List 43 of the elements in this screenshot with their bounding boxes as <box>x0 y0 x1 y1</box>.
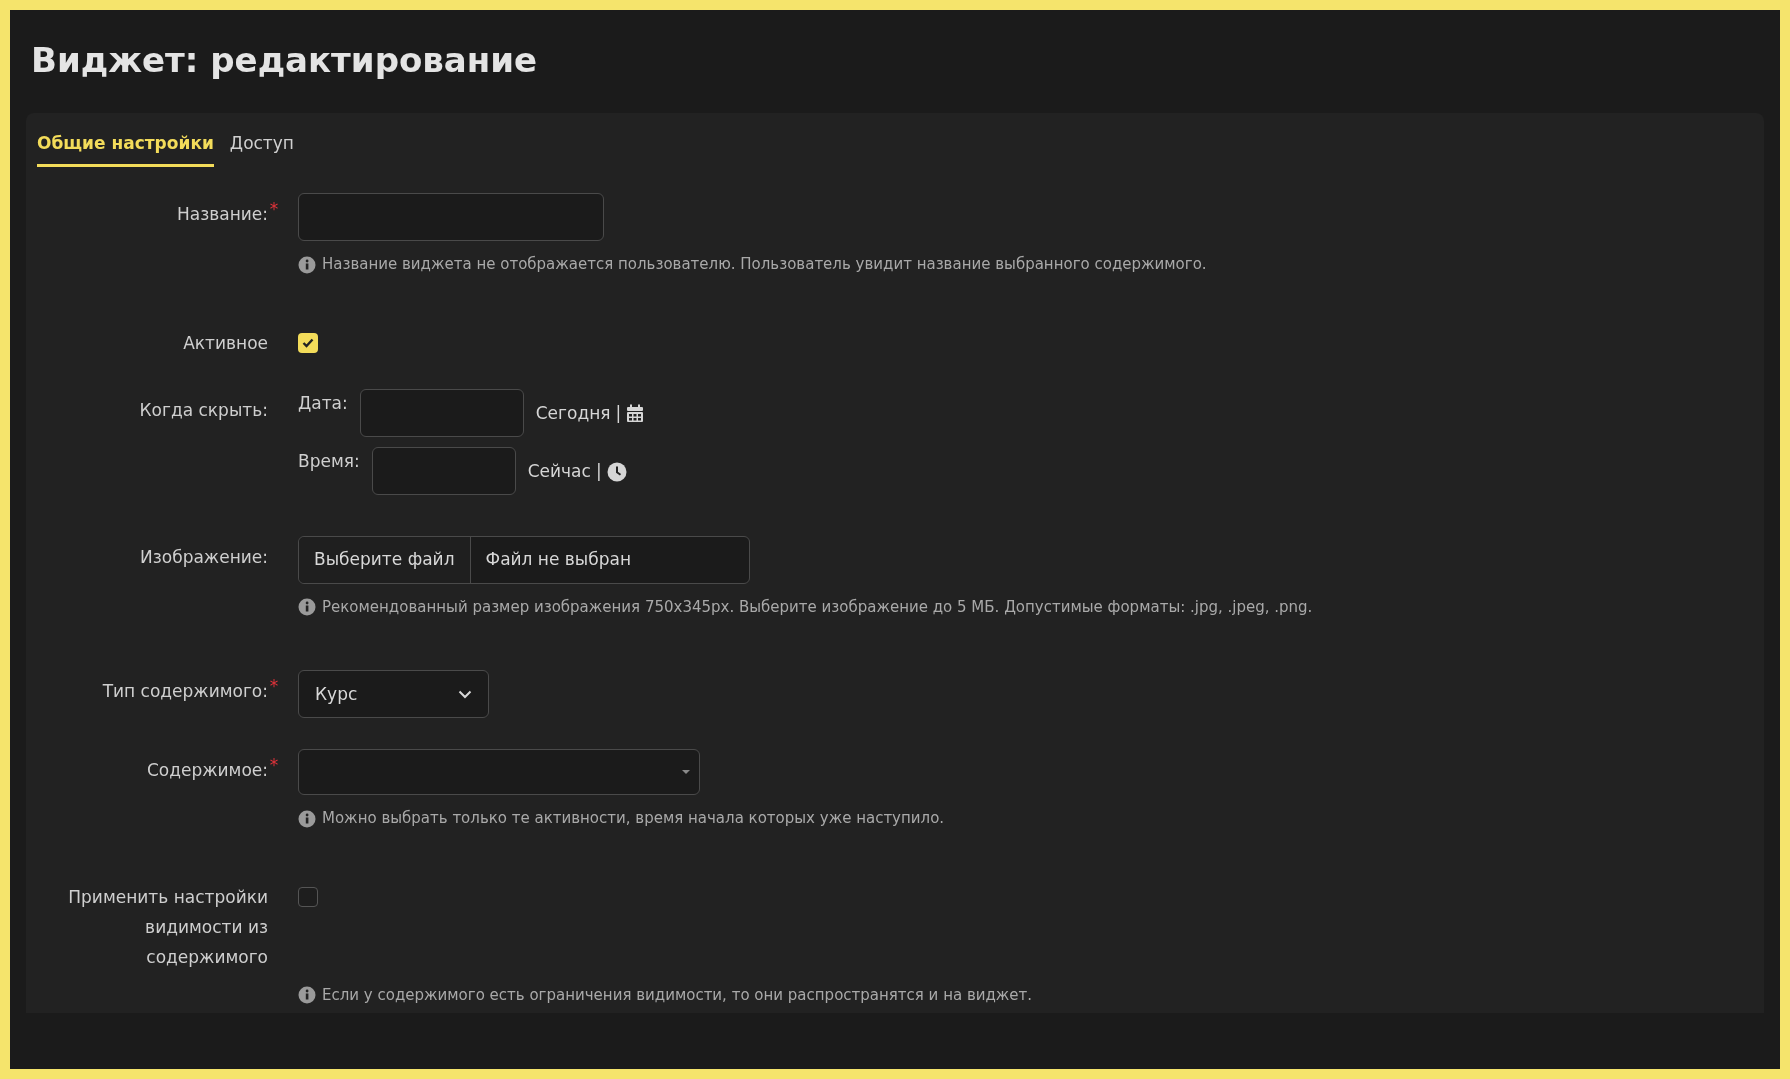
info-icon <box>298 809 316 828</box>
date-field[interactable] <box>359 388 524 437</box>
now-link[interactable]: Сейчас <box>527 458 591 485</box>
field-label: Изображение: <box>140 546 268 567</box>
info-icon <box>298 255 316 274</box>
today-link[interactable]: Сегодня <box>535 400 611 427</box>
caret-icon <box>681 769 691 776</box>
field-label: Тип содержимого: <box>102 681 268 702</box>
select-field[interactable]: Курс <box>298 670 489 719</box>
time-field[interactable] <box>371 446 516 495</box>
separator: | <box>595 459 602 483</box>
info-icon <box>298 986 316 1005</box>
hint-text: Рекомендованный размер изображения 750x345px. Выберите изображение до 5 МБ. Допустимые форматы: .jpg, .jpeg, .png. <box>322 596 1313 618</box>
separator: | <box>615 401 622 425</box>
choose-file-button[interactable]: Выберите файл <box>299 536 471 583</box>
required-icon: * <box>268 199 280 220</box>
required-icon: * <box>268 676 280 697</box>
check-icon <box>302 337 314 348</box>
file-status: Файл не выбран <box>484 548 633 572</box>
hint-text: Можно выбрать только те активности, время начала которых уже наступило. <box>322 808 945 830</box>
field-label: Дата: <box>298 391 348 415</box>
checkbox[interactable] <box>298 886 318 907</box>
select-field[interactable] <box>298 749 700 796</box>
field-label: Активное <box>183 332 268 353</box>
clock-icon <box>606 461 627 482</box>
select-value: Курс <box>315 682 358 706</box>
file-input[interactable]: Выберите файл Файл не выбран <box>298 535 750 584</box>
field-label: Содержимое: <box>146 760 268 781</box>
input-field[interactable] <box>298 193 604 242</box>
page-title: Виджет: редактирование <box>31 40 539 81</box>
tab[interactable]: Общие настройки <box>37 126 214 168</box>
field-label: Время: <box>298 449 360 473</box>
required-icon: * <box>268 755 280 776</box>
field-label: Когда скрыть: <box>139 399 268 420</box>
field-label: Применить настройки видимости из содержимого <box>68 886 268 967</box>
tab[interactable]: Доступ <box>229 126 294 168</box>
calendar-icon <box>626 404 645 424</box>
checkbox[interactable] <box>298 332 318 353</box>
hint-text: Если у содержимого есть ограничения видимости, то они распространятся и на виджет. <box>322 984 1033 1006</box>
field-label: Название: <box>176 204 268 225</box>
hint-text: Название виджета не отображается пользователю. Пользователь увидит название выбранного содержимого. <box>322 254 1207 276</box>
chevron-down-icon <box>458 689 472 699</box>
info-icon <box>298 598 316 617</box>
